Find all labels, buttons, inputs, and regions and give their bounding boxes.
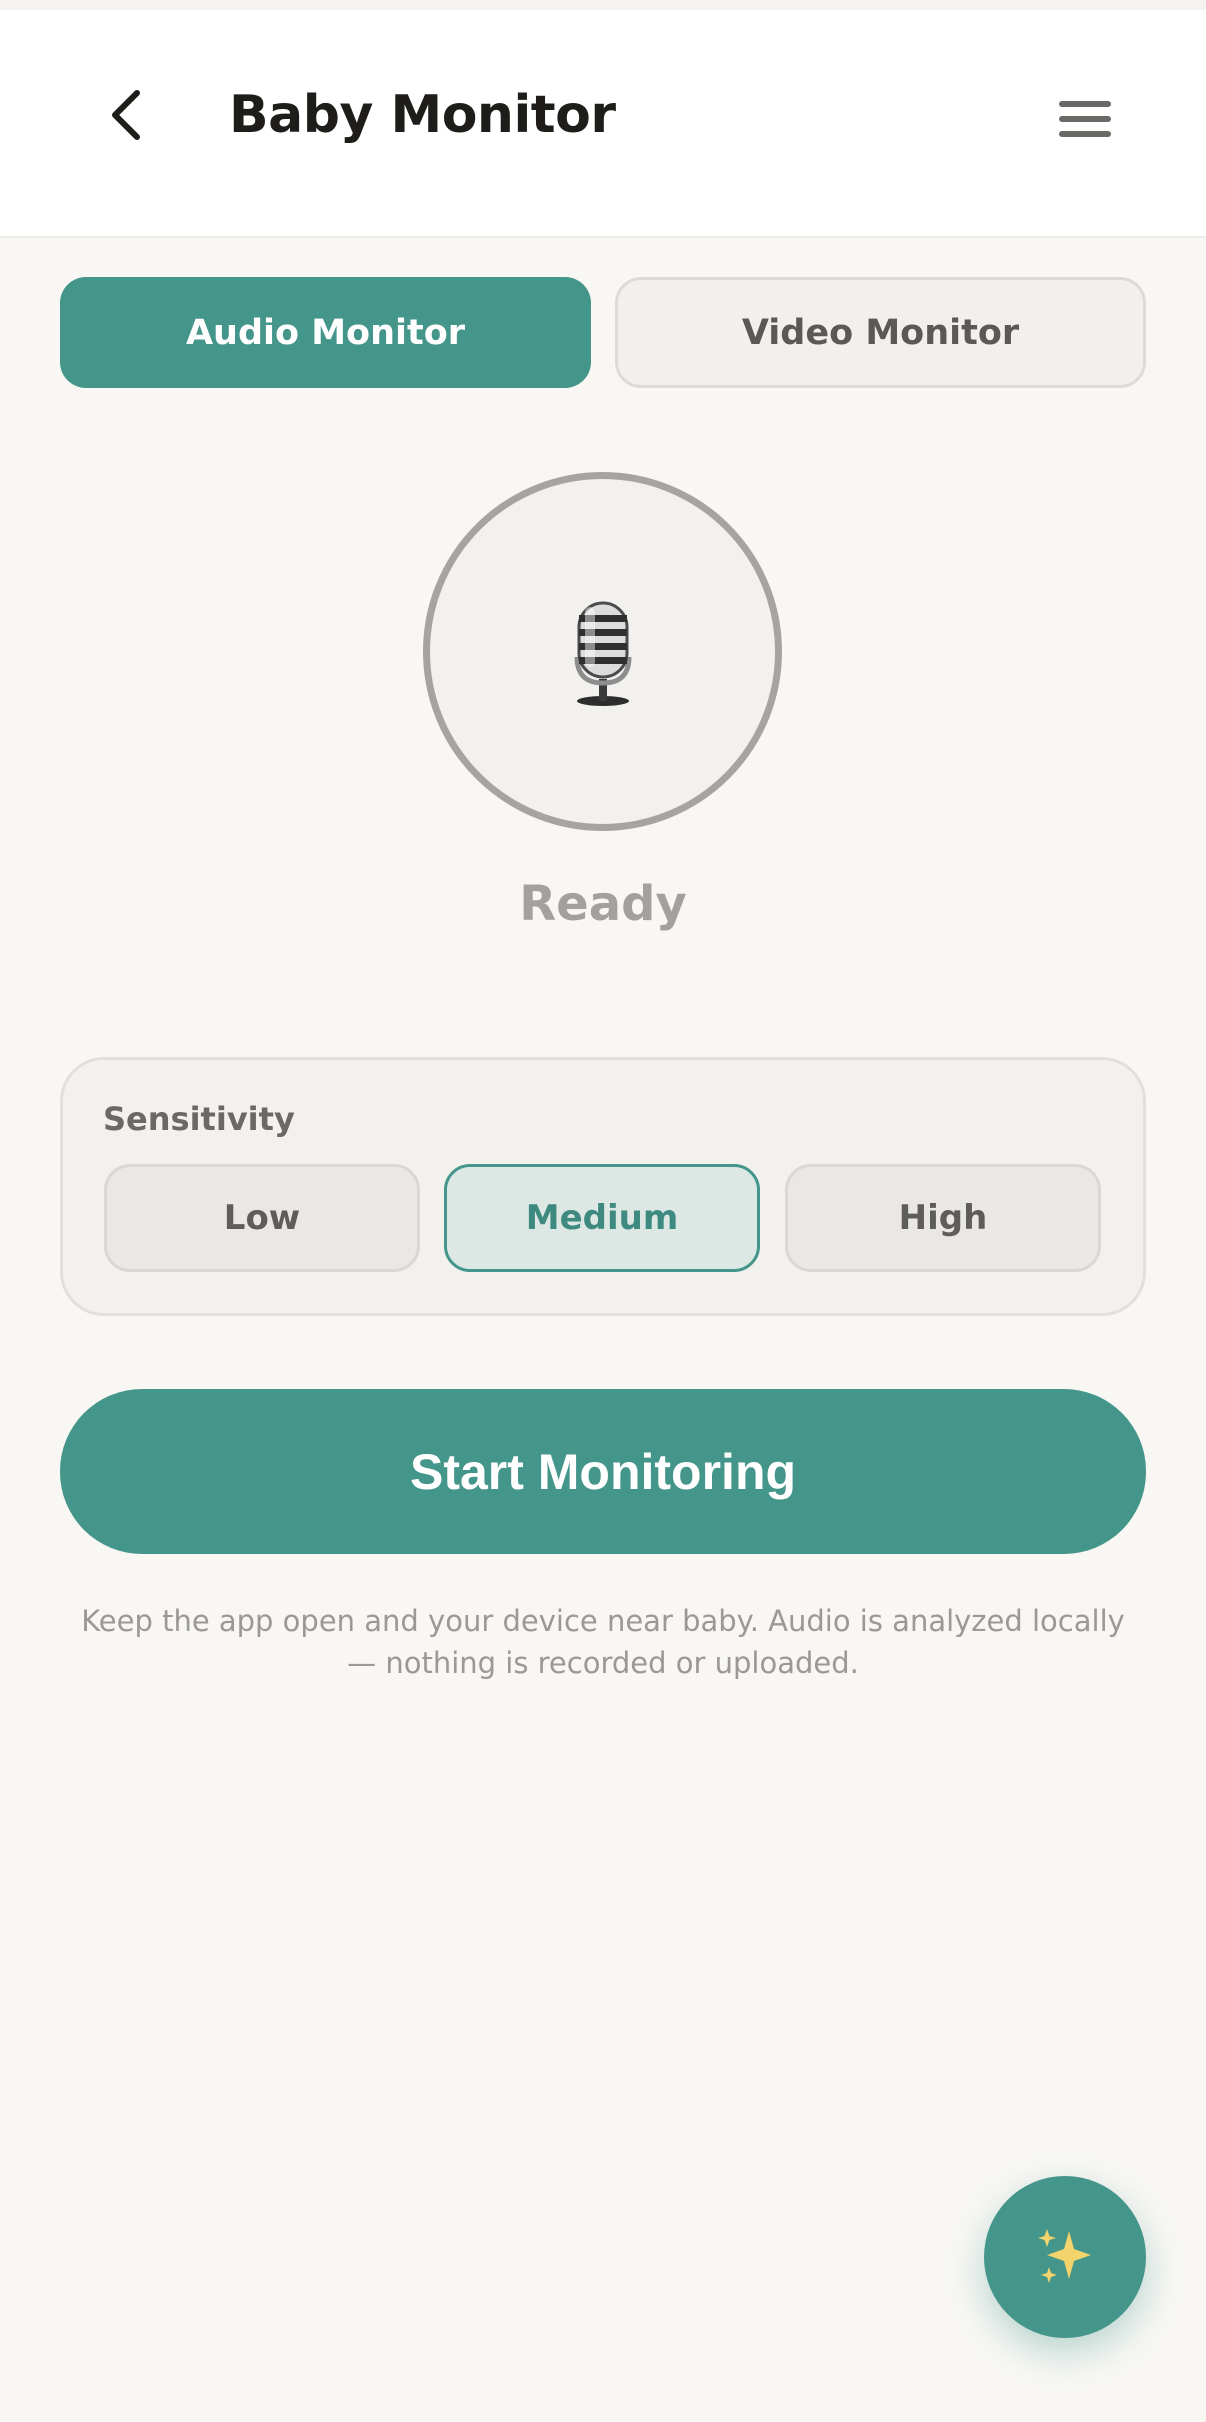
sensitivity-high-button[interactable]: High xyxy=(785,1164,1101,1272)
sensitivity-low-button[interactable]: Low xyxy=(104,1164,420,1272)
page-title: Baby Monitor xyxy=(229,85,616,145)
tab-audio-monitor[interactable]: Audio Monitor xyxy=(60,277,591,388)
monitor-status: Ready xyxy=(519,876,687,932)
start-monitoring-button[interactable]: Start Monitoring xyxy=(60,1389,1146,1554)
sparkles-icon xyxy=(1038,2229,1091,2283)
back-button[interactable] xyxy=(92,80,162,150)
chevron-left-icon xyxy=(112,90,140,140)
sensitivity-label: Sensitivity xyxy=(103,1100,295,1138)
studio-microphone-icon xyxy=(574,601,631,706)
baby-monitor-screen: Baby Monitor Audio Monitor Video Monitor… xyxy=(0,0,1206,2422)
privacy-note: Keep the app open and your device near b… xyxy=(81,1604,1125,1680)
status-bar-strip xyxy=(0,0,1206,10)
assistant-fab-button[interactable] xyxy=(984,2176,1146,2338)
tab-video-monitor[interactable]: Video Monitor xyxy=(615,277,1146,388)
app-header: Baby Monitor xyxy=(0,10,1206,238)
monitor-indicator[interactable] xyxy=(423,472,782,831)
menu-button[interactable] xyxy=(1050,84,1120,154)
sensitivity-medium-button[interactable]: Medium xyxy=(444,1164,760,1272)
hamburger-menu-icon xyxy=(1059,101,1111,137)
